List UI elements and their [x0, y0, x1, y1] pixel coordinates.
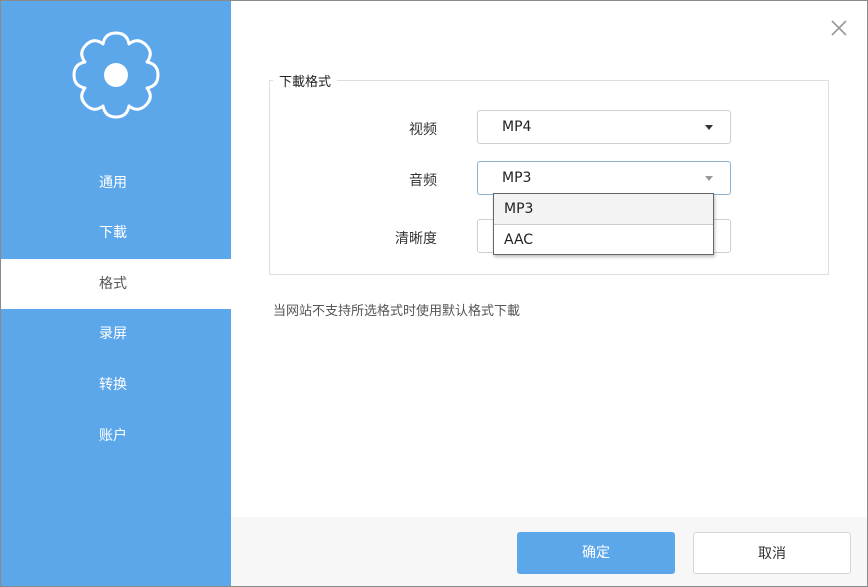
sidebar: 通用 下載 格式 录屏 转换 账户 [1, 1, 231, 586]
sidebar-item-download[interactable]: 下載 [1, 208, 231, 258]
chevron-down-icon [705, 125, 713, 130]
dropdown-option-mp3[interactable]: MP3 [494, 194, 713, 225]
sidebar-item-record[interactable]: 录屏 [1, 309, 231, 359]
video-format-value: MP4 [502, 119, 532, 135]
ok-button[interactable]: 确定 [517, 532, 675, 574]
gear-icon [72, 31, 160, 119]
sidebar-item-label: 转换 [99, 377, 127, 393]
video-label: 视频 [409, 122, 437, 138]
audio-label: 音频 [409, 173, 437, 189]
settings-dialog: 通用 下載 格式 录屏 转换 账户 下載格式 视频 MP4 音频 MP3 清晰度… [0, 0, 868, 587]
video-format-select[interactable]: MP4 [477, 110, 731, 144]
audio-format-dropdown: MP3 AAC [493, 193, 714, 255]
sidebar-item-general[interactable]: 通用 [1, 158, 231, 208]
format-hint-text: 当网站不支持所选格式时使用默认格式下載 [273, 304, 521, 319]
sidebar-item-label: 录屏 [99, 326, 127, 342]
cancel-button[interactable]: 取消 [693, 532, 851, 574]
dropdown-option-aac[interactable]: AAC [494, 225, 713, 255]
quality-label: 清晰度 [395, 231, 437, 247]
chevron-down-icon [705, 176, 713, 181]
sidebar-item-label: 账户 [99, 428, 127, 444]
sidebar-item-convert[interactable]: 转换 [1, 360, 231, 410]
close-icon[interactable] [827, 16, 851, 40]
sidebar-item-label: 格式 [99, 276, 127, 292]
sidebar-item-format[interactable]: 格式 [1, 259, 231, 309]
group-title: 下載格式 [273, 71, 338, 90]
sidebar-item-account[interactable]: 账户 [1, 411, 231, 461]
sidebar-item-label: 下載 [99, 225, 127, 241]
sidebar-item-label: 通用 [99, 175, 127, 191]
audio-format-value: MP3 [502, 170, 532, 186]
audio-format-select[interactable]: MP3 [477, 161, 731, 195]
